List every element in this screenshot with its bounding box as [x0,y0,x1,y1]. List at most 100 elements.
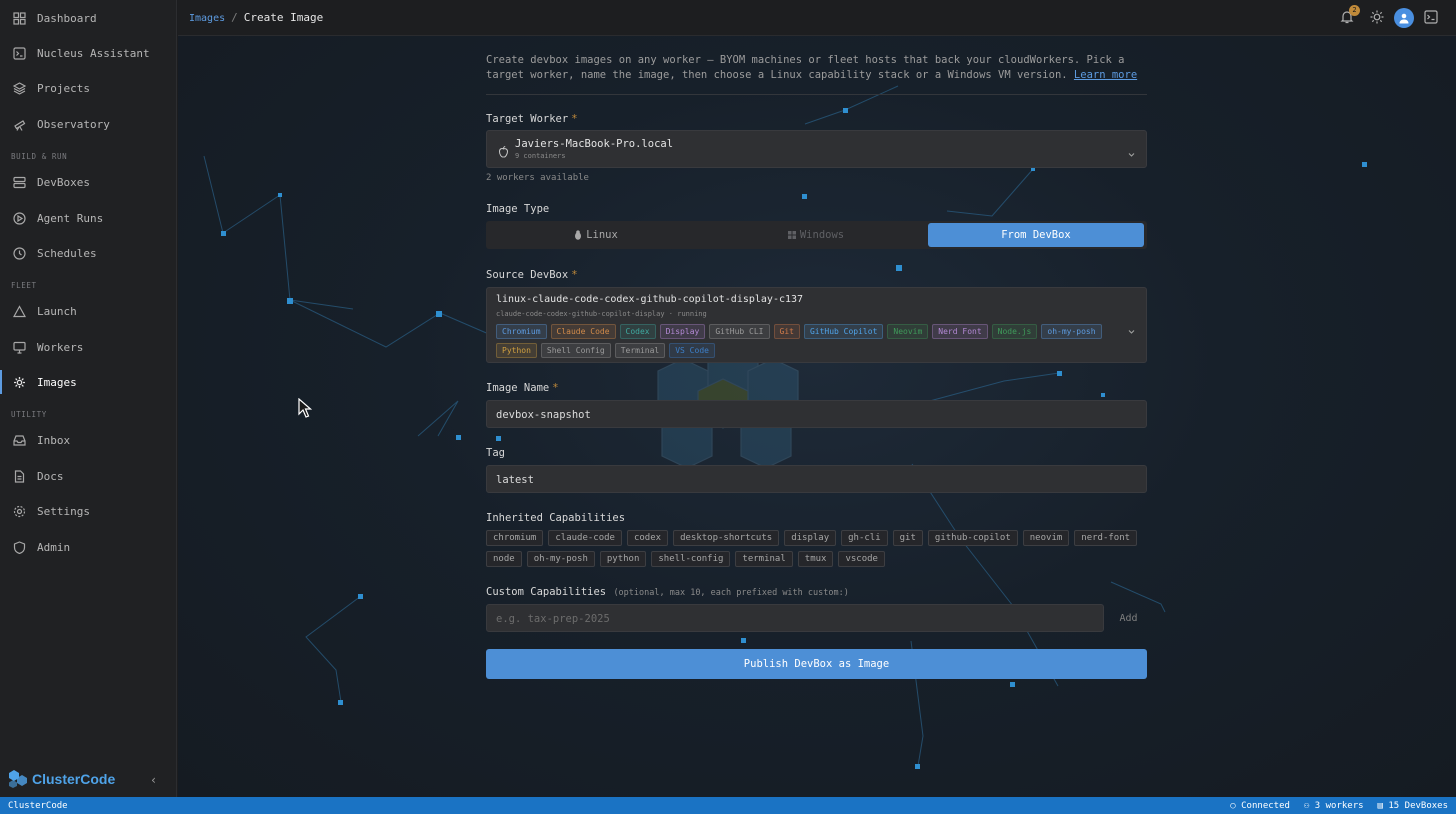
sidebar-item-label: Dashboard [37,11,97,25]
capability-chip: codex [626,530,669,546]
custom-capabilities-label-text: Custom Capabilities [486,586,607,598]
tag-value: latest [496,474,534,486]
brand-prefix: Cluster [32,771,81,787]
source-devbox-label: Source DevBox * [486,269,578,281]
section-build-run: BUILD & RUN [11,152,68,161]
sidebar-item-observatory[interactable]: Observatory [0,109,176,139]
tag-input[interactable]: latest [486,465,1147,493]
monitor-icon [12,340,27,355]
sidebar-item-projects[interactable]: Projects [0,73,176,103]
sidebar: Dashboard Nucleus Assistant Projects Obs… [0,0,177,797]
windows-icon [787,231,796,239]
section-fleet: FLEET [11,281,37,290]
devbox-tag: Node.js [991,324,1038,339]
devbox-tag: VS Code [669,343,715,358]
capability-chip: vscode [838,551,885,567]
sidebar-item-label: Images [37,375,77,389]
sidebar-item-workers[interactable]: Workers [0,332,176,362]
sidebar-item-agent-runs[interactable]: Agent Runs [0,203,176,233]
circle-icon: ○ [1230,800,1242,811]
image-name-input[interactable]: devbox-snapshot [486,400,1147,428]
notifications-button[interactable]: 2 [1340,4,1360,28]
required-mark: * [571,113,578,125]
image-type-segmented: Linux Windows From DevBox [486,221,1147,249]
collapse-sidebar-icon[interactable]: ‹ [150,773,157,787]
sidebar-item-docs[interactable]: Docs [0,461,176,491]
status-connection-text: Connected [1241,800,1290,811]
target-worker-select[interactable]: Javiers-MacBook-Pro.local 9 containers [486,130,1147,168]
sidebar-item-images[interactable]: Images [0,367,176,397]
sidebar-item-label: Inbox [37,433,71,447]
breadcrumb-separator: / [231,11,238,24]
cluster-logo-icon [8,770,28,788]
add-capability-button[interactable]: Add [1110,604,1147,632]
devbox-tag: Claude Code [550,324,616,339]
breadcrumb-images-link[interactable]: Images [189,13,225,24]
status-workers[interactable]: ⚇ 3 workers [1304,801,1364,811]
avatar[interactable] [1394,8,1414,28]
sidebar-item-dashboard[interactable]: Dashboard [0,3,176,33]
sidebar-item-launch[interactable]: Launch [0,296,176,326]
terminal-icon [12,46,27,61]
breadcrumb: Images / Create Image [189,11,323,24]
document-icon [12,469,27,484]
sidebar-item-admin[interactable]: Admin [0,532,176,562]
theme-toggle-button[interactable] [1370,9,1384,28]
server-icon: ▤ [1377,800,1389,811]
inherited-capabilities-list: chromium claude-code codex desktop-shortcut… [486,530,1147,572]
sidebar-item-inbox[interactable]: Inbox [0,425,176,455]
section-utility: UTILITY [11,410,47,419]
shield-icon [12,540,27,555]
capability-chip: python [599,551,647,567]
brand-logo: Cluster Code [8,770,115,788]
status-devboxes[interactable]: ▤ 15 DevBoxes [1378,801,1448,811]
image-type-from-devbox[interactable]: From DevBox [928,223,1144,247]
sidebar-item-devboxes[interactable]: DevBoxes [0,167,176,197]
sun-icon [1370,9,1384,28]
source-devbox-select[interactable]: linux-claude-code-codex-github-copilot-d… [486,287,1147,363]
sidebar-item-schedules[interactable]: Schedules [0,238,176,268]
linux-icon [574,230,582,240]
console-icon [1424,9,1438,28]
image-name-label: Image Name * [486,382,559,394]
devbox-tag: Python [496,343,537,358]
image-name-label-text: Image Name [486,382,550,394]
capability-chip: display [784,530,837,546]
capability-chip: desktop-shortcuts [673,530,780,546]
divider [486,94,1147,95]
target-worker-label-text: Target Worker [486,113,569,125]
settings-icon [12,504,27,519]
devbox-tag: GitHub Copilot [803,324,884,339]
capability-chip: terminal [735,551,793,567]
status-workers-text: 3 workers [1314,800,1364,811]
sidebar-item-label: Projects [37,81,90,95]
required-mark: * [552,382,559,394]
custom-capability-input[interactable]: e.g. tax-prep-2025 [486,604,1104,632]
main-area: Images / Create Image 2 Create devbox imag… [178,0,1456,797]
status-app-name: ClusterCode [8,800,68,811]
image-type-windows-label: Windows [799,229,845,241]
chevron-down-icon [1127,321,1136,340]
status-devboxes-text: 15 DevBoxes [1388,800,1448,811]
image-type-linux[interactable]: Linux [488,223,704,247]
sidebar-item-settings[interactable]: Settings [0,496,176,526]
sidebar-item-nucleus-assistant[interactable]: Nucleus Assistant [0,38,176,68]
source-devbox-sub: claude-code-codex-github-copilot-display [496,310,665,318]
source-devbox-tags: Chromium Claude Code Codex Display GitHub CL… [496,324,1106,362]
target-worker-containers: 9 containers [515,152,566,160]
sidebar-item-label: Nucleus Assistant [37,46,150,60]
sidebar-item-label: Launch [37,304,77,318]
chevron-down-icon [1127,144,1136,163]
publish-devbox-button[interactable]: Publish DevBox as Image [486,649,1147,679]
devbox-tag: Git [773,324,800,339]
devbox-tag: Terminal [614,343,666,358]
triangle-icon [12,304,27,319]
target-worker-label: Target Worker * [486,113,578,125]
source-devbox-name: linux-claude-code-codex-github-copilot-d… [496,294,804,305]
apple-icon [498,143,509,162]
console-toggle-button[interactable] [1424,9,1438,28]
learn-more-link[interactable]: Learn more [1074,69,1137,81]
layers-icon [12,81,27,96]
image-name-value: devbox-snapshot [496,409,591,421]
image-type-windows[interactable]: Windows [708,223,924,247]
